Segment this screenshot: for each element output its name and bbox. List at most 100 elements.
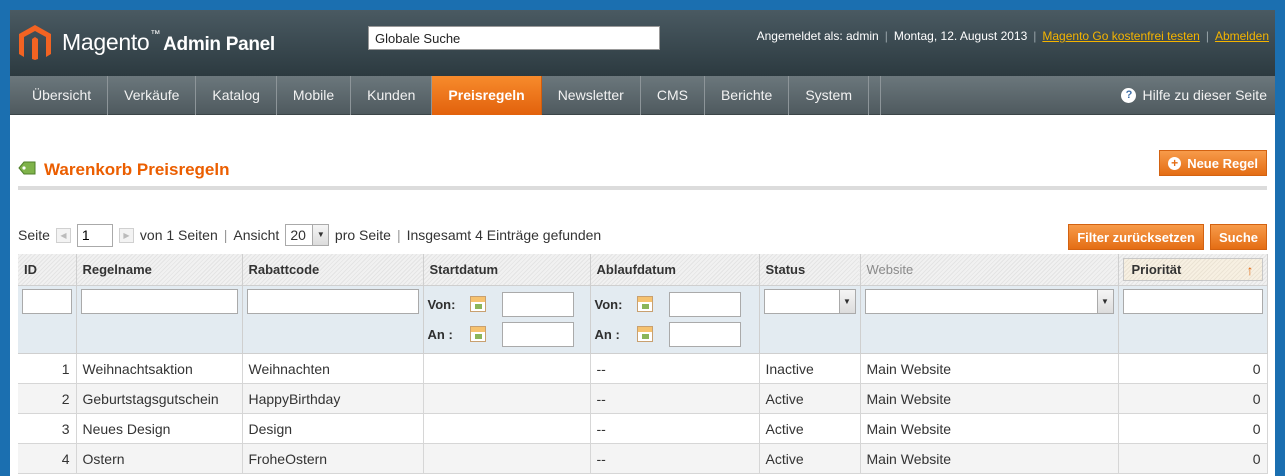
end-from-range: Von: bbox=[595, 289, 755, 319]
nav-item-katalog[interactable]: Katalog bbox=[196, 75, 277, 115]
filter-code-input[interactable] bbox=[246, 289, 419, 314]
nav-item-uebersicht[interactable]: Übersicht bbox=[10, 75, 109, 115]
chevron-down-icon: ▼ bbox=[1096, 290, 1113, 313]
cell-status: Active bbox=[759, 443, 861, 474]
nav-item-mobile[interactable]: Mobile bbox=[277, 75, 352, 115]
logout-link[interactable]: Abmelden bbox=[1215, 29, 1269, 43]
sort-asc-icon: ↑ bbox=[1246, 261, 1254, 278]
date-text: Montag, 12. August 2013 bbox=[893, 29, 1028, 43]
page-title-text: Warenkorb Preisregeln bbox=[44, 160, 230, 179]
table-row[interactable]: 4 Ostern FroheOstern -- Active Main Webs… bbox=[18, 443, 1268, 474]
filter-cell: ▼ bbox=[860, 285, 1119, 354]
table-row[interactable]: 3 Neues Design Design -- Active Main Web… bbox=[18, 413, 1268, 444]
cell-end: -- bbox=[590, 443, 760, 474]
page-number-input[interactable] bbox=[76, 223, 113, 247]
filter-id-input[interactable] bbox=[22, 289, 72, 314]
cell-id: 1 bbox=[18, 353, 77, 384]
grid-actions: Filter zurücksetzen Suche bbox=[1068, 224, 1267, 250]
magento-logo[interactable]: Magento™ Admin Panel bbox=[18, 24, 275, 60]
cell-website: Main Website bbox=[860, 383, 1119, 414]
logo-sub: Admin Panel bbox=[163, 33, 275, 55]
cell-id: 2 bbox=[18, 383, 77, 414]
search-button[interactable]: Suche bbox=[1209, 224, 1267, 250]
website-filter-select[interactable]: ▼ bbox=[864, 289, 1114, 314]
separator: | bbox=[396, 227, 401, 243]
total-records-text: Insgesamt 4 Einträge gefunden bbox=[406, 227, 602, 243]
per-page-select[interactable]: 20 ▼ bbox=[285, 224, 329, 246]
start-from-range: Von: bbox=[428, 289, 586, 319]
filter-cell bbox=[1118, 285, 1268, 354]
filter-row: Von: An : Von: An: ▼ ▼ bbox=[18, 285, 1268, 354]
table-row[interactable]: 1 Weihnachtsaktion Weihnachten -- Inacti… bbox=[18, 353, 1268, 384]
status-filter-select[interactable]: ▼ bbox=[763, 289, 856, 314]
column-header-priority[interactable]: Priorität ↑ bbox=[1118, 254, 1268, 286]
nav-item-verkaeufe[interactable]: Verkäufe bbox=[108, 75, 197, 115]
cell-code: Design bbox=[242, 413, 424, 444]
cell-name: Ostern bbox=[76, 443, 243, 474]
start-to-input[interactable] bbox=[501, 321, 574, 347]
from-label: Von: bbox=[427, 296, 456, 312]
nav-item-kunden[interactable]: Kunden bbox=[351, 75, 433, 115]
cell-start bbox=[423, 413, 591, 444]
cell-id: 3 bbox=[18, 413, 77, 444]
separator: | bbox=[884, 29, 888, 43]
end-from-input[interactable] bbox=[668, 291, 741, 317]
of-pages-text: von 1 Seiten bbox=[139, 227, 218, 243]
nav-item-preisregeln[interactable]: Preisregeln bbox=[432, 75, 542, 115]
nav-item-system[interactable]: System bbox=[789, 75, 869, 115]
page-title: Warenkorb Preisregeln bbox=[18, 160, 230, 180]
end-to-input[interactable] bbox=[668, 321, 741, 347]
column-header-name[interactable]: Regelname bbox=[76, 254, 243, 286]
cell-status: Inactive bbox=[759, 353, 861, 384]
calendar-icon[interactable] bbox=[469, 296, 486, 312]
cell-website: Main Website bbox=[860, 413, 1119, 444]
separator: | bbox=[1205, 29, 1209, 43]
nav-item-cms[interactable]: CMS bbox=[641, 75, 705, 115]
view-label: Ansicht bbox=[233, 227, 280, 243]
cell-code: Weihnachten bbox=[242, 353, 424, 384]
cell-id: 4 bbox=[18, 443, 77, 474]
cell-name: Neues Design bbox=[76, 413, 243, 444]
calendar-icon[interactable] bbox=[636, 326, 653, 342]
cell-priority: 0 bbox=[1118, 353, 1268, 384]
nav-item-berichte[interactable]: Berichte bbox=[705, 75, 790, 115]
global-search-input[interactable] bbox=[368, 26, 660, 50]
column-header-start[interactable]: Startdatum bbox=[423, 254, 591, 286]
per-page-text: pro Seite bbox=[334, 227, 391, 243]
column-header-id[interactable]: ID bbox=[18, 254, 77, 286]
column-header-end[interactable]: Ablaufdatum bbox=[590, 254, 760, 286]
reset-filter-button[interactable]: Filter zurücksetzen bbox=[1068, 224, 1204, 250]
start-from-input[interactable] bbox=[501, 291, 574, 317]
header-links: Angemeldet als: admin | Montag, 12. Augu… bbox=[757, 29, 1269, 43]
to-label: An : bbox=[594, 326, 620, 342]
filter-priority-input[interactable] bbox=[1122, 289, 1263, 314]
cell-priority: 0 bbox=[1118, 413, 1268, 444]
page-label: Seite bbox=[18, 227, 50, 243]
per-page-value: 20 bbox=[290, 227, 306, 243]
cell-status: Active bbox=[759, 413, 861, 444]
calendar-icon[interactable] bbox=[636, 296, 653, 312]
price-tag-icon bbox=[18, 160, 36, 180]
column-header-website[interactable]: Website bbox=[860, 254, 1119, 286]
nav-spacer bbox=[869, 75, 881, 115]
separator: | bbox=[223, 227, 228, 243]
cell-start bbox=[423, 443, 591, 474]
column-header-code[interactable]: Rabattcode bbox=[242, 254, 424, 286]
magento-go-link[interactable]: Magento Go kostenfrei testen bbox=[1042, 29, 1199, 43]
filter-cell: Von: An : bbox=[423, 285, 591, 354]
calendar-icon[interactable] bbox=[469, 326, 486, 342]
start-to-range: An : bbox=[428, 319, 586, 349]
new-rule-button[interactable]: + Neue Regel bbox=[1159, 150, 1267, 176]
prev-page-icon[interactable]: ◀ bbox=[55, 227, 71, 243]
table-row[interactable]: 2 Geburtstagsgutschein HappyBirthday -- … bbox=[18, 383, 1268, 414]
help-link[interactable]: ? Hilfe zu dieser Seite bbox=[1121, 76, 1267, 115]
nav-item-newsletter[interactable]: Newsletter bbox=[542, 75, 641, 115]
new-rule-label: Neue Regel bbox=[1187, 155, 1258, 171]
to-label: An : bbox=[427, 326, 453, 342]
cell-name: Geburtstagsgutschein bbox=[76, 383, 243, 414]
filter-name-input[interactable] bbox=[80, 289, 238, 314]
filter-cell: ▼ bbox=[759, 285, 861, 354]
column-header-status[interactable]: Status bbox=[759, 254, 861, 286]
next-page-icon[interactable]: ▶ bbox=[118, 227, 134, 243]
cell-end: -- bbox=[590, 413, 760, 444]
